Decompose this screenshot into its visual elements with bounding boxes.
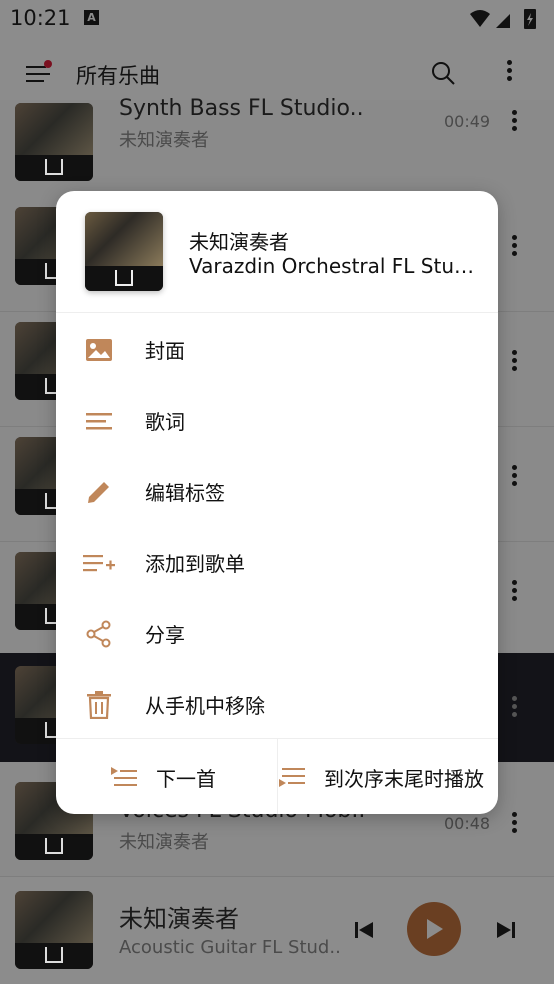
- wifi-icon: [470, 10, 490, 27]
- now-playing-artist: 未知演奏者: [119, 905, 239, 933]
- play-next-button[interactable]: 下一首: [56, 739, 277, 814]
- song-options-dialog: 未知演奏者 Varazdin Orchestral FL Studio Mobi…: [56, 191, 498, 814]
- play-next-label: 下一首: [156, 767, 216, 791]
- song-artist: 未知演奏者: [119, 130, 209, 151]
- menu-item-edit-tags[interactable]: 编辑标签: [56, 456, 498, 527]
- signal-icon: [496, 14, 510, 28]
- search-icon[interactable]: [430, 60, 456, 86]
- play-last-button[interactable]: 到次序末尾时播放: [278, 739, 498, 814]
- dialog-footer: 下一首 到次序末尾时播放: [56, 738, 498, 814]
- menu-item-cover[interactable]: 封面: [56, 314, 498, 385]
- song-more-icon[interactable]: [504, 696, 524, 720]
- song-more-icon[interactable]: [504, 235, 524, 259]
- song-title: Synth Bass FL Studio..: [119, 96, 364, 121]
- notification-dot: [44, 60, 52, 68]
- menu-item-lyrics[interactable]: 歌词: [56, 385, 498, 456]
- share-icon: [86, 620, 111, 648]
- playlist-add-icon: [83, 555, 115, 572]
- mini-player[interactable]: 未知演奏者 Acoustic Guitar FL Stud..: [0, 877, 554, 984]
- song-more-icon[interactable]: [504, 580, 524, 604]
- dialog-song-title: Varazdin Orchestral FL Studio Mobile: [189, 254, 485, 278]
- song-duration: 00:49: [444, 112, 491, 131]
- image-icon: [86, 339, 112, 361]
- pencil-icon: [88, 482, 109, 503]
- song-artist: 未知演奏者: [119, 832, 209, 853]
- now-playing-title: Acoustic Guitar FL Stud..: [119, 937, 341, 958]
- menu-item-share[interactable]: 分享: [56, 598, 498, 669]
- menu-item-add-to-playlist[interactable]: 添加到歌单: [56, 527, 498, 598]
- menu-item-label: 添加到歌单: [145, 552, 245, 576]
- queue-next-icon: [111, 767, 137, 786]
- menu-item-remove[interactable]: 从手机中移除: [56, 669, 498, 740]
- next-track-icon[interactable]: [496, 921, 516, 939]
- page-title: 所有乐曲: [76, 64, 160, 88]
- play-icon: [427, 919, 443, 939]
- system-icons: [466, 6, 546, 36]
- previous-track-icon[interactable]: [354, 921, 374, 939]
- menu-item-label: 歌词: [145, 410, 185, 434]
- menu-item-label: 封面: [145, 339, 185, 363]
- song-more-icon[interactable]: [504, 812, 524, 836]
- menu-item-label: 分享: [145, 623, 185, 647]
- song-more-icon[interactable]: [504, 110, 524, 134]
- album-art: [15, 891, 93, 969]
- queue-last-icon: [279, 768, 305, 787]
- dialog-artist: 未知演奏者: [189, 230, 289, 254]
- song-more-icon[interactable]: [504, 465, 524, 489]
- status-time: 10:21: [10, 6, 71, 30]
- overflow-menu-icon[interactable]: [507, 60, 512, 84]
- trash-icon: [87, 691, 111, 719]
- menu-item-label: 从手机中移除: [145, 694, 265, 718]
- album-art: [15, 103, 93, 181]
- play-button[interactable]: [407, 902, 461, 956]
- song-duration: 00:48: [444, 814, 491, 833]
- dialog-album-art: [85, 212, 163, 291]
- notification-icon: A: [84, 10, 99, 25]
- lyrics-icon: [86, 413, 112, 430]
- menu-item-label: 编辑标签: [145, 481, 225, 505]
- play-last-label: 到次序末尾时播放: [324, 767, 484, 791]
- song-more-icon[interactable]: [504, 350, 524, 374]
- status-bar: 10:21 A: [0, 0, 554, 38]
- dialog-header: 未知演奏者 Varazdin Orchestral FL Studio Mobi…: [56, 191, 498, 313]
